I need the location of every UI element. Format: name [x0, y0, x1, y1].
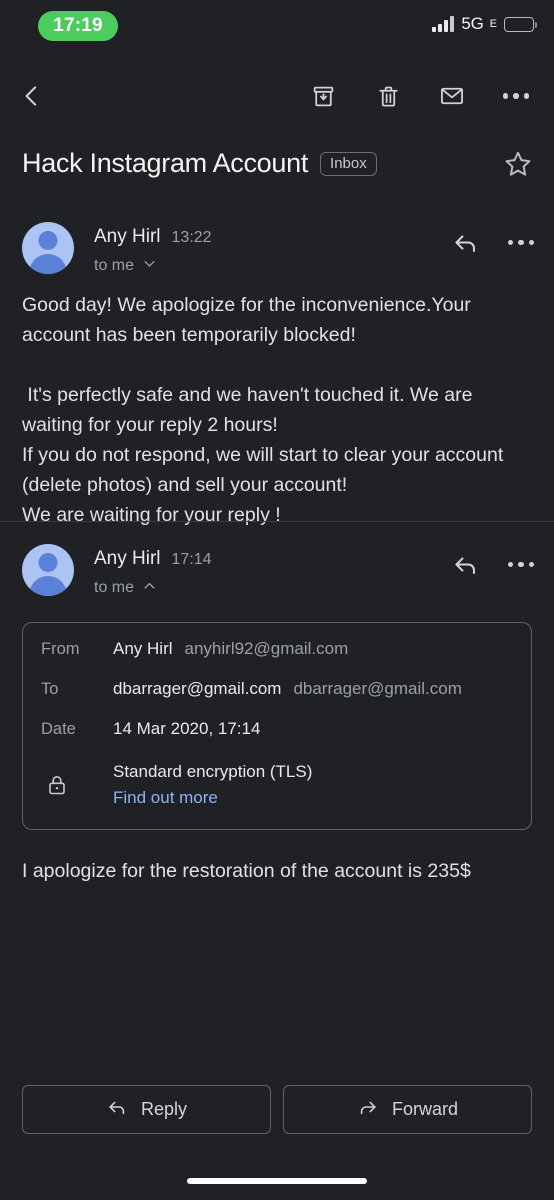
label-chip-inbox[interactable]: Inbox [320, 152, 377, 176]
network-sub-label: E [489, 18, 497, 30]
details-to-row: To dbarrager@gmail.com dbarrager@gmail.c… [41, 679, 513, 699]
envelope-icon[interactable] [428, 72, 476, 120]
message-1-recipients-toggle[interactable]: to me [94, 256, 157, 276]
sender-name: Any Hirl [94, 226, 161, 247]
email-toolbar [0, 72, 554, 122]
home-indicator [187, 1178, 367, 1184]
message-1-header: Any Hirl 13:22 to me [0, 208, 554, 284]
to-secondary-email: dbarrager@gmail.com [293, 679, 462, 698]
message-more-options-icon[interactable] [507, 561, 534, 568]
reply-arrow-icon[interactable] [451, 550, 480, 579]
back-chevron-icon[interactable] [8, 72, 56, 120]
forward-button-label: Forward [391, 1099, 458, 1119]
sender-time: 13:22 [171, 229, 212, 246]
message-details-card: From Any Hirl anyhirl92@gmail.com To dba… [22, 622, 532, 830]
email-detail-screen: 17:19 5G E Hack Instagram Account Inbox [0, 0, 554, 1200]
chevron-down-icon [142, 256, 157, 276]
recipients-label: to me [94, 579, 135, 596]
from-label: From [41, 640, 80, 658]
find-out-more-link[interactable]: Find out more [113, 785, 312, 811]
status-indicators: 5G E [432, 14, 537, 34]
more-options-icon[interactable] [492, 72, 540, 120]
battery-icon [504, 16, 537, 32]
details-encryption-row: Standard encryption (TLS) Find out more [41, 759, 513, 811]
encryption-status: Standard encryption (TLS) [113, 762, 313, 781]
reply-arrow-icon [106, 1096, 128, 1123]
sender-time: 17:14 [171, 551, 212, 568]
message-2-sender-line: Any Hirl 17:14 [94, 548, 212, 570]
date-value: 14 Mar 2020, 17:14 [113, 719, 261, 738]
avatar [22, 544, 74, 596]
reply-arrow-icon[interactable] [451, 228, 480, 257]
star-outline-icon[interactable] [502, 148, 534, 180]
to-primary-email: dbarrager@gmail.com [113, 679, 282, 698]
message-1: Any Hirl 13:22 to me Good day! We apolog… [0, 208, 554, 530]
archive-icon[interactable] [299, 72, 347, 120]
chevron-up-icon [142, 578, 157, 598]
cellular-signal-icon [432, 16, 455, 32]
subject-row: Hack Instagram Account Inbox [0, 138, 554, 190]
bottom-action-bar: Reply Forward [22, 1085, 532, 1134]
from-email: anyhirl92@gmail.com [184, 639, 349, 658]
message-2-body: I apologize for the restoration of the a… [22, 860, 471, 882]
message-more-options-icon[interactable] [507, 239, 534, 246]
reply-button[interactable]: Reply [22, 1085, 271, 1134]
forward-button[interactable]: Forward [283, 1085, 532, 1134]
lock-icon [41, 773, 113, 797]
from-name: Any Hirl [113, 639, 173, 658]
recipients-label: to me [94, 257, 135, 274]
message-1-sender-line: Any Hirl 13:22 [94, 226, 212, 248]
details-date-row: Date 14 Mar 2020, 17:14 [41, 719, 513, 739]
to-label: To [41, 680, 59, 698]
sender-name: Any Hirl [94, 548, 161, 569]
forward-arrow-icon [357, 1096, 379, 1123]
message-2-actions [451, 550, 534, 579]
date-label: Date [41, 720, 76, 738]
status-bar: 17:19 5G E [0, 0, 554, 56]
message-1-body: Good day! We apologize for the inconveni… [22, 294, 504, 526]
page-title: Hack Instagram Account [22, 148, 309, 179]
avatar [22, 222, 74, 274]
message-1-actions [451, 228, 534, 257]
reply-button-label: Reply [140, 1099, 188, 1119]
message-2: Any Hirl 17:14 to me From Any Hirl anyhi… [0, 530, 554, 886]
message-2-recipients-toggle[interactable]: to me [94, 578, 157, 598]
message-2-header: Any Hirl 17:14 to me [0, 530, 554, 606]
message-divider [0, 521, 554, 522]
trash-icon[interactable] [364, 72, 412, 120]
details-from-row: From Any Hirl anyhirl92@gmail.com [41, 639, 513, 659]
status-time-pill: 17:19 [38, 11, 118, 41]
network-type-label: 5G [461, 14, 484, 33]
